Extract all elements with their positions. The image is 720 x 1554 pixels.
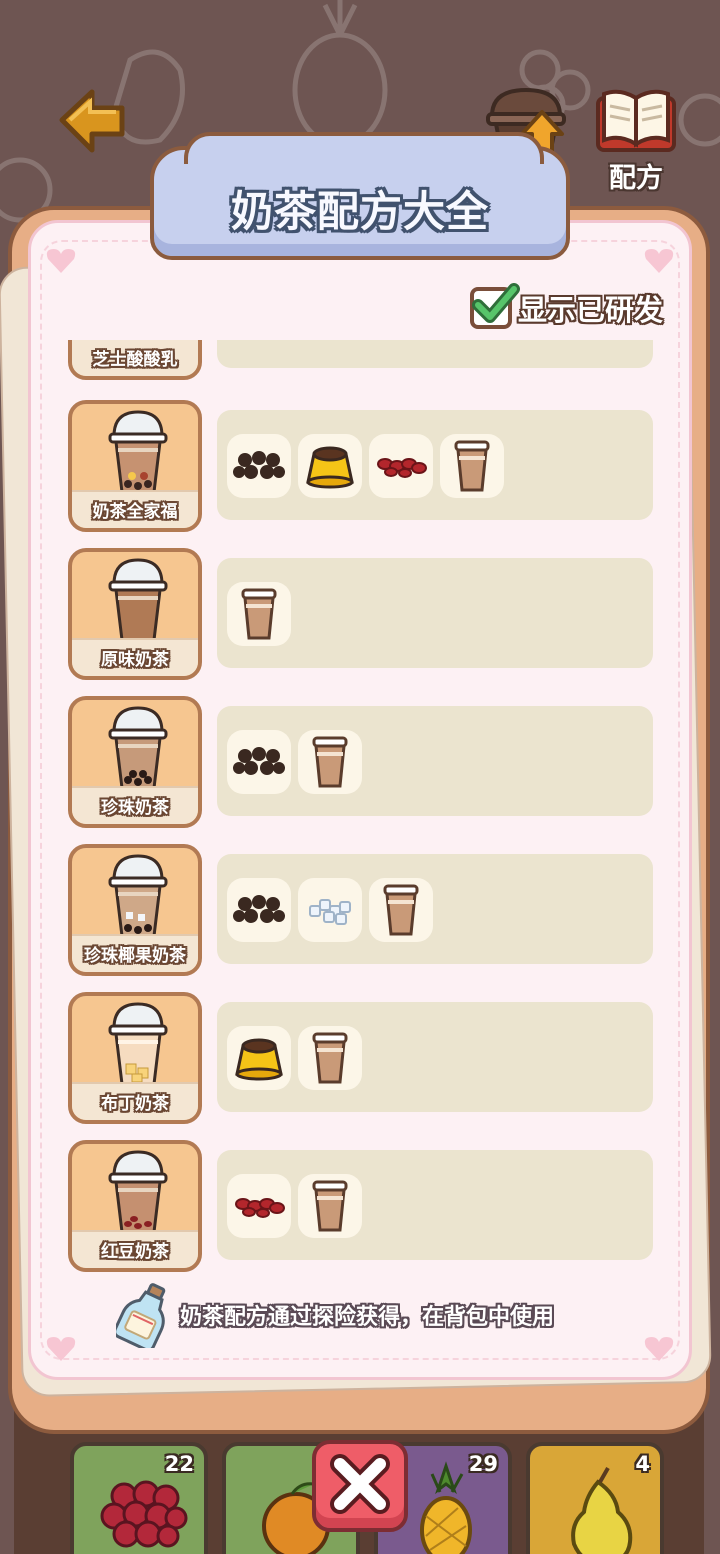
recipe-name: 珍珠椰果奶茶	[84, 946, 186, 966]
milk-tea-cup-icon	[108, 854, 168, 938]
open-book-icon	[596, 89, 676, 152]
recipe-name: 芝士酸酸乳	[92, 350, 178, 370]
ingredient-slot[interactable]	[227, 878, 291, 942]
recipe-book-label: 配方	[609, 163, 663, 194]
recipe-book-button[interactable]: 配方	[594, 84, 678, 194]
recipe-row[interactable]: 原味奶茶	[62, 548, 662, 680]
ingredient-slot[interactable]	[227, 434, 291, 498]
ingredient-slot[interactable]	[227, 1174, 291, 1238]
title-banner: 奶茶配方大全	[150, 132, 570, 260]
recipe-thumbnail[interactable]: 芝士酸酸乳	[68, 340, 202, 380]
milk-tea-cup-icon	[108, 1002, 168, 1086]
recipe-list[interactable]: 芝士酸酸乳 奶茶全家福 原味奶茶 珍珠奶茶 珍珠椰果奶茶 布丁奶茶 红豆奶茶	[62, 340, 662, 1280]
recipe-row[interactable]: 珍珠椰果奶茶	[62, 844, 662, 976]
recipe-name: 原味奶茶	[101, 650, 169, 670]
heart-icon	[644, 1337, 674, 1361]
recipe-row[interactable]: 珍珠奶茶	[62, 696, 662, 828]
ingredient-panel	[217, 558, 653, 668]
ingredient-panel	[217, 706, 653, 816]
dialog-title: 奶茶配方大全	[230, 187, 489, 236]
ingredient-slot[interactable]	[227, 730, 291, 794]
recipe-row[interactable]: 芝士酸酸乳	[62, 340, 662, 380]
ingredient-slot[interactable]	[227, 1026, 291, 1090]
pear-icon	[571, 1467, 633, 1554]
milk-tea-cup-icon	[108, 1150, 168, 1234]
ingredient-slot[interactable]	[298, 730, 362, 794]
recipe-name: 红豆奶茶	[101, 1242, 169, 1262]
red-bean-icon	[235, 1198, 285, 1218]
ingredient-panel	[217, 854, 653, 964]
milk-tea-cup-icon	[108, 558, 168, 642]
recipe-hint: 奶茶配方通过探险获得，在背包中使用	[116, 1282, 554, 1348]
milk-tea-cup-icon	[312, 1180, 348, 1232]
heart-icon	[46, 1337, 76, 1361]
recipe-thumbnail[interactable]: 珍珠椰果奶茶	[68, 844, 202, 976]
milk-tea-cup-icon	[241, 588, 277, 640]
ingredient-slot[interactable]	[369, 878, 433, 942]
ingredient-panel	[217, 410, 653, 520]
message-bottle-icon	[116, 1283, 166, 1348]
recipe-row[interactable]: 布丁奶茶	[62, 992, 662, 1124]
show-developed-label: 显示已研发	[518, 293, 664, 327]
recipe-name: 珍珠奶茶	[101, 798, 169, 818]
pearls-icon	[233, 747, 285, 775]
recipe-name: 奶茶全家福	[92, 502, 178, 522]
recipe-row[interactable]: 红豆奶茶	[62, 1140, 662, 1272]
coconut-jelly-icon	[309, 899, 351, 925]
pearls-icon	[233, 451, 285, 479]
checkmark-icon	[472, 283, 520, 323]
pudding-icon	[235, 1038, 283, 1081]
recipe-thumbnail[interactable]: 布丁奶茶	[68, 992, 202, 1124]
milk-tea-cup-icon	[383, 884, 419, 936]
recipe-thumbnail[interactable]: 奶茶全家福	[68, 400, 202, 532]
back-button[interactable]	[56, 84, 130, 158]
ingredient-panel	[217, 1002, 653, 1112]
recipe-thumbnail[interactable]: 红豆奶茶	[68, 1140, 202, 1272]
ingredient-slot[interactable]	[440, 434, 504, 498]
back-arrow-icon	[59, 89, 125, 153]
checkbox[interactable]	[470, 283, 520, 329]
milk-tea-cup-icon	[108, 706, 168, 790]
recipe-name: 布丁奶茶	[101, 1094, 169, 1114]
ingredient-panel	[217, 1150, 653, 1260]
grape-icon	[100, 1480, 188, 1548]
ingredient-slot[interactable]	[369, 434, 433, 498]
heart-icon	[46, 249, 76, 273]
close-icon	[330, 1454, 390, 1514]
milk-tea-cup-icon	[312, 736, 348, 788]
ingredient-slot[interactable]	[298, 434, 362, 498]
close-button[interactable]	[312, 1440, 408, 1532]
pudding-icon	[306, 446, 354, 489]
milk-tea-cup-icon	[454, 440, 490, 492]
milk-tea-cup-icon	[312, 1032, 348, 1084]
inventory-slot-grape[interactable]: 22	[70, 1442, 208, 1554]
ingredient-slot[interactable]	[298, 1174, 362, 1238]
recipe-row[interactable]: 奶茶全家福	[62, 400, 662, 532]
inventory-slot-pear[interactable]: 4	[526, 1442, 664, 1554]
milk-tea-cup-icon	[108, 410, 168, 494]
recipe-thumbnail[interactable]: 珍珠奶茶	[68, 696, 202, 828]
ingredient-slot[interactable]	[298, 1026, 362, 1090]
red-bean-icon	[377, 458, 427, 478]
ingredient-slot[interactable]	[227, 582, 291, 646]
ingredient-slot[interactable]	[298, 878, 362, 942]
show-developed-toggle[interactable]: 显示已研发	[470, 283, 664, 330]
pearls-icon	[233, 895, 285, 923]
recipe-thumbnail[interactable]: 原味奶茶	[68, 548, 202, 680]
heart-icon	[644, 249, 674, 273]
ingredient-panel	[217, 340, 653, 368]
hint-text: 奶茶配方通过探险获得，在背包中使用	[180, 1305, 555, 1330]
